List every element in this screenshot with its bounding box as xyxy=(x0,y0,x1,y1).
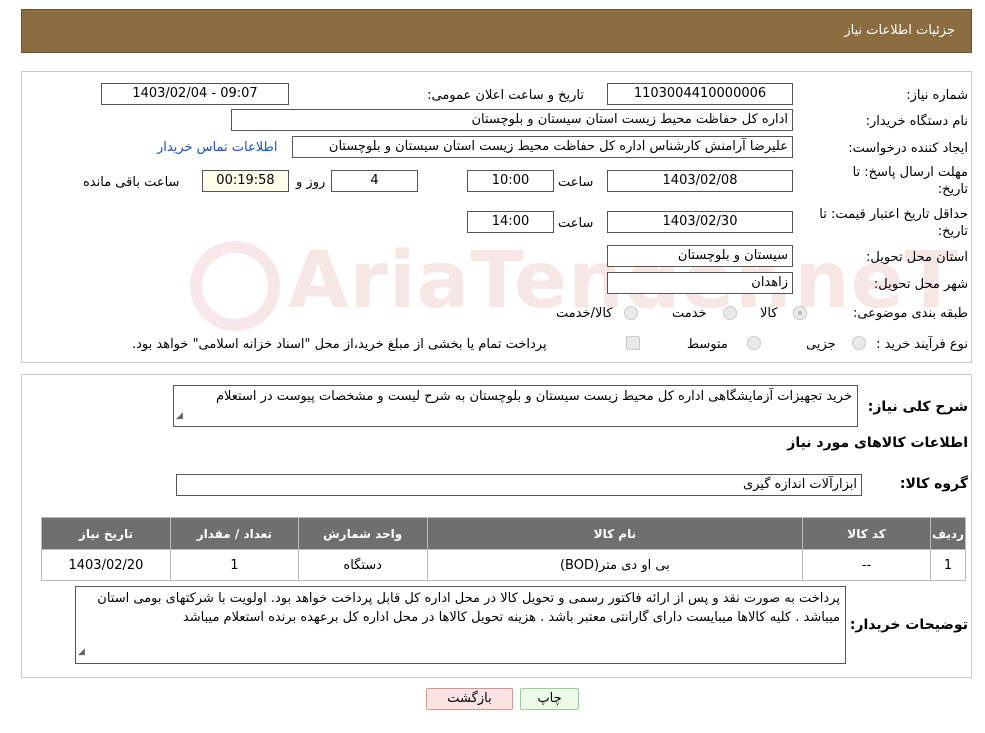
cell-item-name: بی او دی متر(BOD) xyxy=(426,549,804,581)
need-number-field: 1103004410000006 xyxy=(607,83,793,105)
days-field: 4 xyxy=(331,170,418,192)
col-row: ردیف xyxy=(929,517,967,550)
buyer-notes-text: پرداخت به صورت نقد و پس از ارائه فاکتور … xyxy=(97,591,840,625)
page-title: جزئیات اطلاعات نیاز xyxy=(844,23,955,38)
process-option-medium: متوسط xyxy=(687,337,728,352)
category-option-goods-service: کالا/خدمت xyxy=(556,306,613,321)
summary-text: خرید تجهیزات آزمایشگاهی اداره کل محیط زی… xyxy=(215,389,852,404)
payment-note: پرداخت تمام یا بخشی از مبلغ خرید،از محل … xyxy=(132,337,547,352)
deadline-label: مهلت ارسال پاسخ: تا xyxy=(852,165,968,180)
buyer-org-field: اداره کل حفاظت محیط زیست استان سیستان و … xyxy=(231,109,793,131)
validity-time-field: 14:00 xyxy=(467,211,554,233)
announce-field: 1403/02/04 - 09:07 xyxy=(101,83,289,105)
validity-date-field: 1403/02/30 xyxy=(607,211,793,233)
province-field: سیستان و بلوچستان xyxy=(607,245,793,267)
col-need-date: تاریخ نیاز xyxy=(41,517,171,550)
process-label: نوع فرآیند خرید : xyxy=(876,337,968,352)
buyer-notes-textarea: پرداخت به صورت نقد و پس از ارائه فاکتور … xyxy=(75,586,846,664)
col-item-code: کد کالا xyxy=(802,517,931,550)
print-button[interactable]: چاپ xyxy=(520,688,579,710)
deadline-time-field: 10:00 xyxy=(467,170,554,192)
process-radio-minor[interactable] xyxy=(852,336,866,350)
resize-grip-icon[interactable]: ◢ xyxy=(78,643,85,662)
process-radio-medium[interactable] xyxy=(747,336,761,350)
announce-label: تاریخ و ساعت اعلان عمومی: xyxy=(427,88,584,103)
col-quantity: تعداد / مقدار xyxy=(169,517,299,550)
city-field: زاهدان xyxy=(607,272,793,294)
table-header-row: تاریخ نیاز تعداد / مقدار واحد شمارش نام … xyxy=(41,517,967,550)
validity-label: حداقل تاریخ اعتبار قیمت: تا xyxy=(819,207,968,222)
cell-need-date: 1403/02/20 xyxy=(41,549,171,581)
validity-label-date: تاریخ: xyxy=(937,224,968,239)
col-unit: واحد شمارش xyxy=(297,517,428,550)
items-table: تاریخ نیاز تعداد / مقدار واحد شمارش نام … xyxy=(41,517,967,581)
remaining-label: ساعت باقی مانده xyxy=(83,175,180,190)
category-option-service: خدمت xyxy=(672,306,707,321)
remaining-time-field: 00:19:58 xyxy=(202,170,289,192)
creator-field: علیرضا آرامنش کارشناس اداره کل حفاظت محی… xyxy=(292,136,793,158)
province-label: استان محل تحویل: xyxy=(866,250,968,265)
category-label: طبقه بندی موضوعی: xyxy=(852,306,968,321)
category-radio-goods-service[interactable] xyxy=(624,306,638,320)
goods-info-title: اطلاعات کالاهای مورد نیاز xyxy=(787,435,968,451)
table-row: 1403/02/20 1 دستگاه بی او دی متر(BOD) --… xyxy=(41,549,967,581)
summary-textarea: خرید تجهیزات آزمایشگاهی اداره کل محیط زی… xyxy=(173,385,858,427)
deadline-label-date: تاریخ: xyxy=(937,182,968,197)
deadline-time-label: ساعت xyxy=(558,175,594,190)
cell-unit: دستگاه xyxy=(297,549,428,581)
back-button[interactable]: بازگشت xyxy=(426,688,513,710)
cell-row: 1 xyxy=(929,549,967,581)
treasury-checkbox[interactable] xyxy=(626,336,640,350)
category-radio-goods[interactable] xyxy=(793,306,807,320)
process-option-minor: جزیی xyxy=(806,337,836,352)
cell-quantity: 1 xyxy=(169,549,299,581)
creator-label: ایجاد کننده درخواست: xyxy=(848,141,968,156)
cell-item-code: -- xyxy=(802,549,931,581)
resize-grip-icon[interactable]: ◢ xyxy=(176,408,183,425)
need-number-label: شماره نیاز: xyxy=(906,88,968,103)
category-radio-service[interactable] xyxy=(723,306,737,320)
goods-group-field: ابزارآلات اندازه گیری xyxy=(176,474,862,496)
buyer-contact-link[interactable]: اطلاعات تماس خریدار xyxy=(157,140,277,155)
deadline-date-field: 1403/02/08 xyxy=(607,170,793,192)
goods-group-label: گروه کالا: xyxy=(899,476,968,492)
col-item-name: نام کالا xyxy=(426,517,804,550)
city-label: شهر محل تحویل: xyxy=(873,277,968,292)
buyer-org-label: نام دستگاه خریدار: xyxy=(865,114,968,129)
summary-label: شرح کلی نیاز: xyxy=(867,399,968,415)
validity-time-label: ساعت xyxy=(558,216,594,231)
days-label: روز و xyxy=(296,175,326,190)
category-option-goods: کالا xyxy=(760,306,778,321)
buyer-notes-label: توضیحات خریدار: xyxy=(849,617,968,633)
page-header: جزئیات اطلاعات نیاز xyxy=(21,9,972,53)
